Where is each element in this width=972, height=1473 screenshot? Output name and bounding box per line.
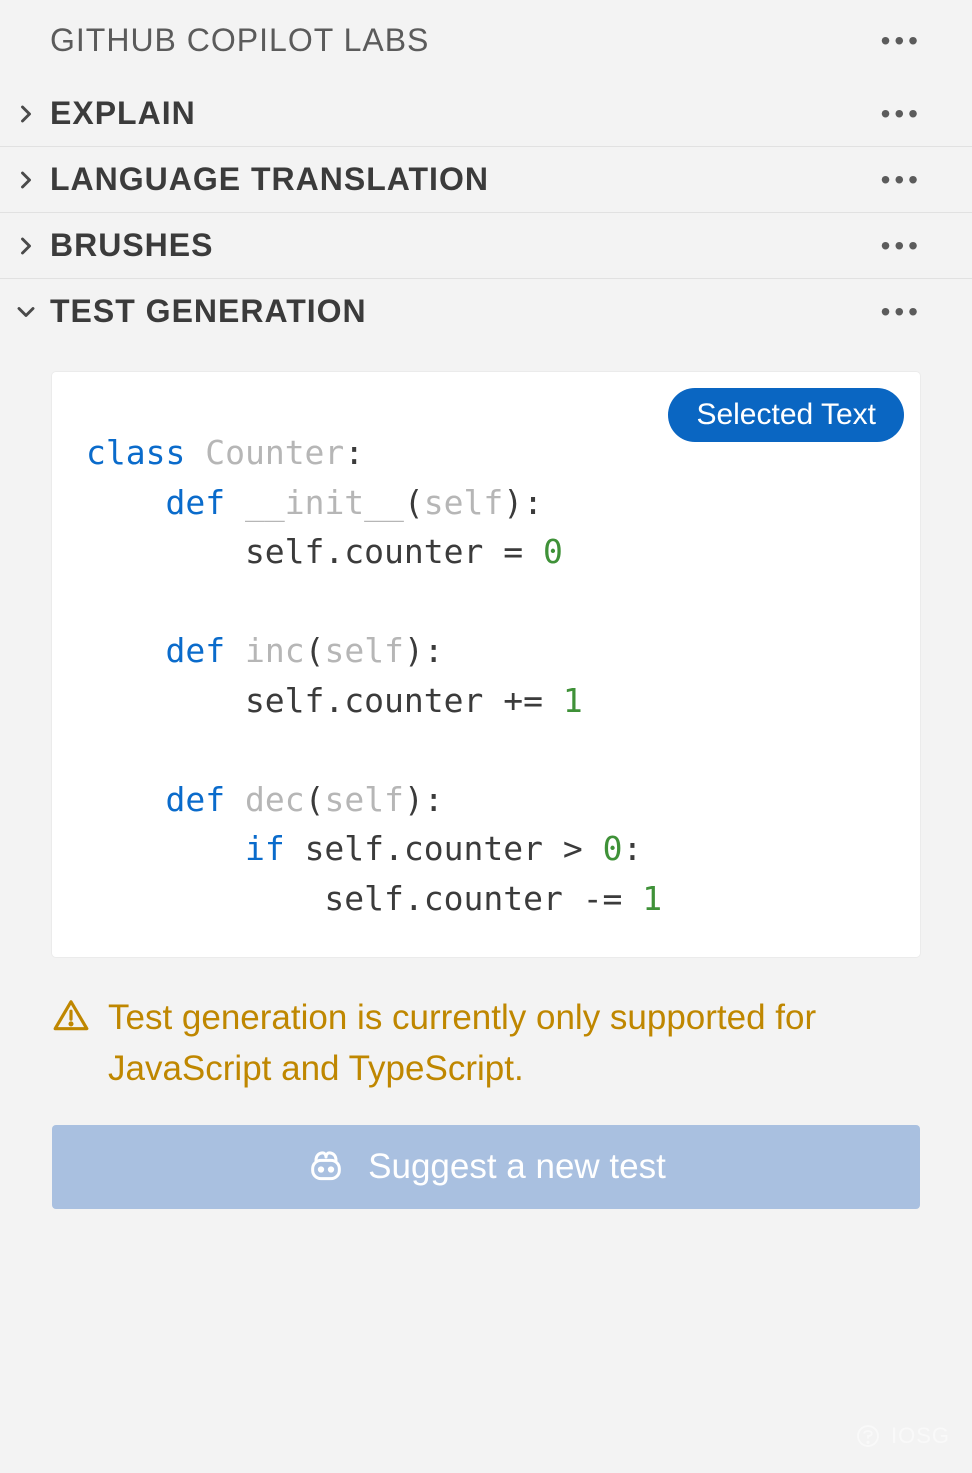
watermark-text: IOSG: [891, 1423, 950, 1449]
panel-more-icon[interactable]: •••: [881, 27, 922, 55]
watermark: IOSG: [853, 1421, 950, 1451]
section-brushes-more-icon[interactable]: •••: [881, 232, 922, 260]
section-translate-label: LANGUAGE TRANSLATION: [50, 161, 489, 198]
section-brushes[interactable]: BRUSHES •••: [0, 213, 972, 279]
section-testgen-more-icon[interactable]: •••: [881, 298, 922, 326]
section-explain-more-icon[interactable]: •••: [881, 100, 922, 128]
selected-text-badge[interactable]: Selected Text: [668, 388, 904, 442]
warning-text: Test generation is currently only suppor…: [108, 993, 920, 1095]
section-translate[interactable]: LANGUAGE TRANSLATION •••: [0, 147, 972, 213]
code-snippet: class Counter: def __init__(self): self.…: [86, 428, 886, 923]
section-explain[interactable]: EXPLAIN •••: [0, 81, 972, 147]
chevron-down-icon: [12, 298, 40, 326]
panel-header: GITHUB COPILOT LABS •••: [0, 0, 972, 81]
suggest-test-button-label: Suggest a new test: [368, 1147, 666, 1187]
warning-icon: [52, 997, 90, 1035]
panel-title: GITHUB COPILOT LABS: [50, 22, 429, 59]
section-explain-label: EXPLAIN: [50, 95, 196, 132]
chevron-right-icon: [12, 166, 40, 194]
chevron-right-icon: [12, 232, 40, 260]
code-card: Selected Text class Counter: def __init_…: [52, 372, 920, 957]
section-testgen-label: TEST GENERATION: [50, 293, 367, 330]
copilot-icon: [306, 1147, 346, 1187]
chevron-right-icon: [12, 100, 40, 128]
section-brushes-label: BRUSHES: [50, 227, 213, 264]
suggest-test-button[interactable]: Suggest a new test: [52, 1125, 920, 1209]
warning-row: Test generation is currently only suppor…: [52, 957, 920, 1125]
section-testgen-body: Selected Text class Counter: def __init_…: [0, 344, 972, 1237]
section-translate-more-icon[interactable]: •••: [881, 166, 922, 194]
section-testgen[interactable]: TEST GENERATION •••: [0, 279, 972, 344]
